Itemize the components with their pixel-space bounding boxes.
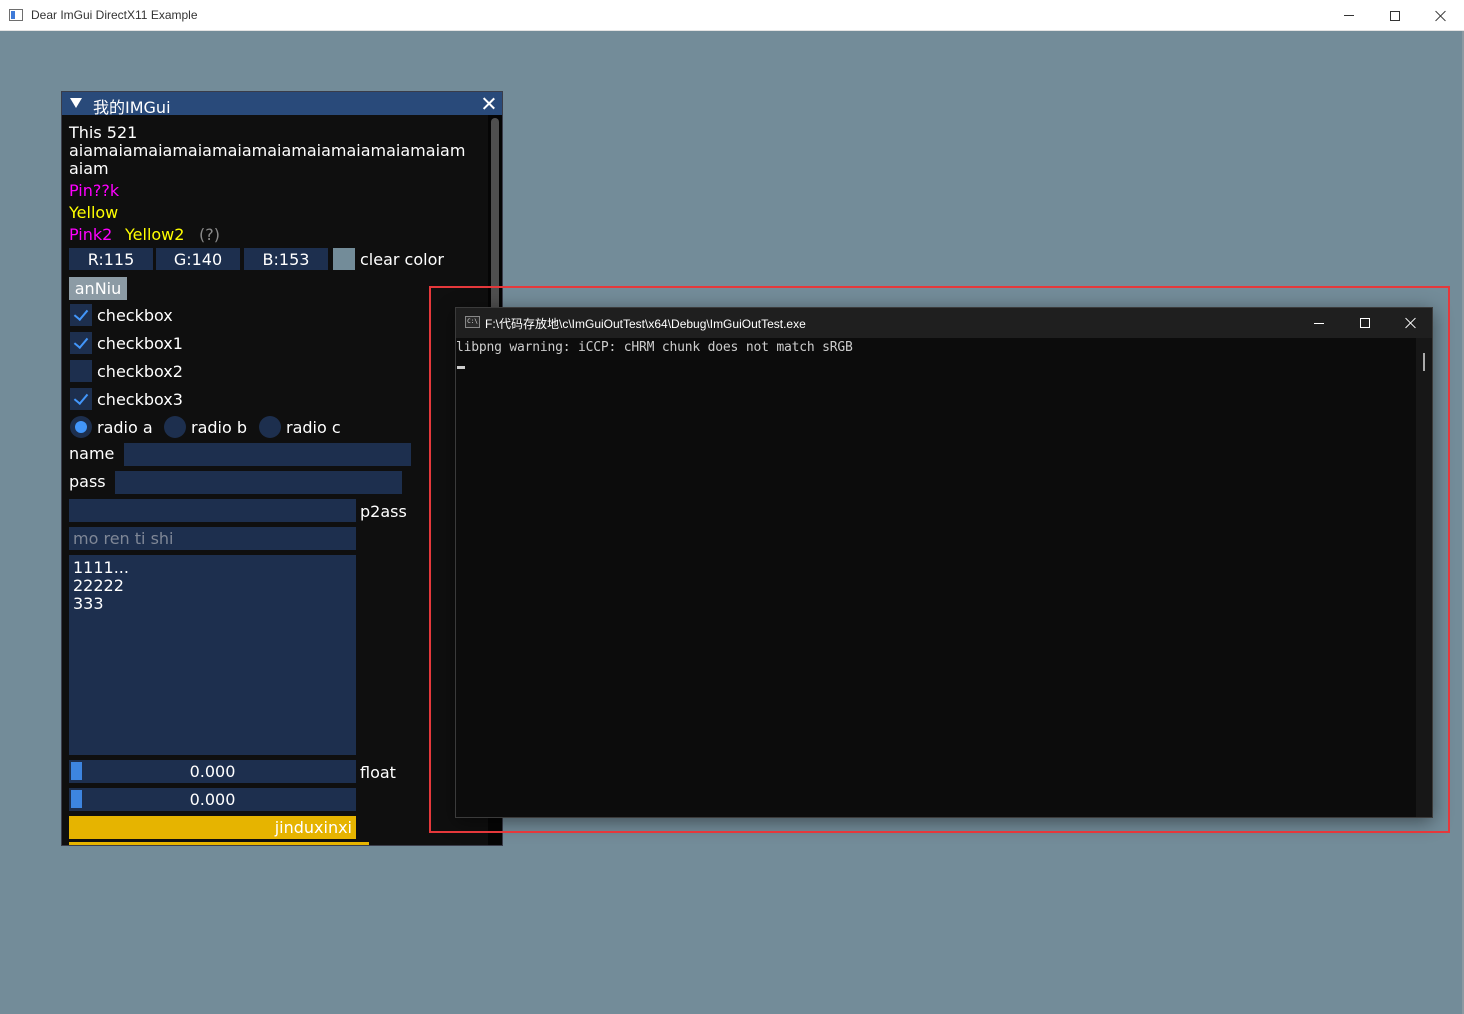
yellow-text: Yellow [69,203,119,222]
color-g-field[interactable]: G:140 [156,248,240,270]
console-maximize-button[interactable] [1342,308,1388,338]
imgui-window[interactable]: 我的IMGui This 521 aiamaiamaiamaiamaiamaia… [61,91,503,846]
radio-a[interactable] [70,416,92,438]
name-input[interactable] [124,443,411,466]
name-label: name [69,444,115,463]
float-label: float [360,763,396,782]
checkbox-label-2[interactable]: checkbox2 [97,363,183,381]
text-line-3: aiam [69,159,109,178]
multiline-input[interactable]: 1111... 22222 333 [69,555,356,755]
radio-c[interactable] [259,416,281,438]
radio-b-label[interactable]: radio b [191,419,247,437]
maximize-icon [1360,318,1370,328]
slider-grab-2[interactable] [71,790,82,808]
color-r-field[interactable]: R:115 [69,248,153,270]
multiline-line-2: 22222 [73,576,124,595]
slider-2-value: 0.000 [189,790,236,809]
maximize-icon [1390,10,1400,21]
console-title: F:\代码存放地\c\ImGuiOutTest\x64\Debug\ImGuiO… [485,317,806,331]
pass-input[interactable] [115,471,402,494]
hint-input[interactable]: mo ren ti shi [69,527,356,550]
console-minimize-button[interactable] [1296,308,1342,338]
console-app-icon: C:\ [465,316,480,328]
maximize-button[interactable] [1372,0,1418,31]
checkbox-3[interactable] [70,388,92,410]
multiline-line-1: 1111... [73,558,129,577]
slider-1-value: 0.000 [189,762,236,781]
imgui-close-icon[interactable] [482,97,495,110]
pass-label: pass [69,472,106,491]
checkbox-2[interactable] [70,360,92,382]
console-output-line: libpng warning: iCCP: cHRM chunk does no… [456,340,853,355]
checkbox-0[interactable] [70,304,92,326]
yellow2-text: Yellow2 [125,225,185,244]
pink-text: Pin??k [69,181,120,200]
minimize-button[interactable] [1326,0,1372,31]
slider-grab-1[interactable] [71,762,82,780]
multiline-line-3: 333 [73,594,104,613]
imgui-titlebar[interactable]: 我的IMGui [62,92,502,117]
p2ass-input[interactable] [69,499,356,522]
p2ass-label: p2ass [360,502,407,521]
checkbox-1[interactable] [70,332,92,354]
console-close-button[interactable] [1388,308,1434,338]
minimize-icon [1344,15,1354,16]
radio-b[interactable] [164,416,186,438]
close-icon [1405,317,1417,329]
pink2-text: Pink2 [69,225,113,244]
app-window-icon [9,9,23,21]
help-marker[interactable]: (?) [199,226,220,244]
close-icon [1435,10,1447,22]
radio-c-label[interactable]: radio c [286,419,341,437]
clear-color-swatch[interactable] [333,248,355,270]
console-scrollbar[interactable] [1416,338,1432,817]
clear-color-label: clear color [360,250,444,269]
checkbox-label-0[interactable]: checkbox [97,307,173,325]
console-cursor [457,366,465,369]
os-window-title: Dear ImGui DirectX11 Example [31,8,198,22]
color-b-field[interactable]: B:153 [244,248,328,270]
radio-a-label[interactable]: radio a [97,419,153,437]
close-button[interactable] [1418,0,1464,31]
progress-bar-edge [69,842,369,845]
console-titlebar[interactable]: C:\ F:\代码存放地\c\ImGuiOutTest\x64\Debug\Im… [456,308,1432,338]
checkbox-label-1[interactable]: checkbox1 [97,335,183,353]
progress-bar: jinduxinxi [69,816,356,839]
float-slider-1[interactable]: 0.000 [69,760,356,783]
text-line-1: This 521 [69,123,138,142]
anniu-button[interactable]: anNiu [69,277,127,300]
console-scroll-thumb[interactable] [1423,353,1425,371]
float-slider-2[interactable]: 0.000 [69,788,356,811]
collapse-arrow-icon[interactable] [70,98,82,108]
minimize-icon [1314,322,1324,324]
hint-placeholder: mo ren ti shi [73,529,174,548]
checkbox-label-3[interactable]: checkbox3 [97,391,183,409]
text-line-2: aiamaiamaiamaiamaiamaiamaiamaiamaiamaiam [69,141,466,160]
progress-label: jinduxinxi [274,818,352,837]
console-window[interactable]: C:\ F:\代码存放地\c\ImGuiOutTest\x64\Debug\Im… [455,307,1433,818]
console-output[interactable]: libpng warning: iCCP: cHRM chunk does no… [456,338,1416,817]
imgui-window-title: 我的IMGui [93,98,171,117]
os-titlebar[interactable]: Dear ImGui DirectX11 Example [0,0,1464,31]
